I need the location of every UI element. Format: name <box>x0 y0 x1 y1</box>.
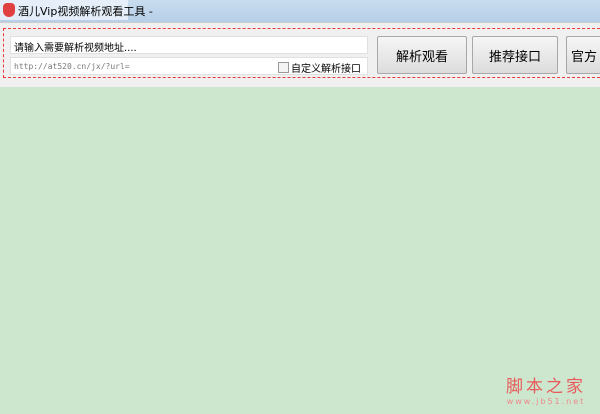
title-bar: 酒儿Vip视频解析观看工具 - <box>0 0 600 22</box>
official-button[interactable]: 官方 <box>566 36 600 74</box>
recommend-api-button[interactable]: 推荐接口 <box>472 36 558 74</box>
watermark: 脚本之家 www.jb51.net <box>506 372 586 406</box>
checkbox-box[interactable] <box>278 62 289 73</box>
custom-api-label: 自定义解析接口 <box>291 64 361 75</box>
app-icon <box>3 3 15 17</box>
custom-api-checkbox[interactable]: 自定义解析接口 <box>278 60 361 75</box>
parse-watch-button[interactable]: 解析观看 <box>377 36 467 74</box>
watermark-url: www.jb51.net <box>506 397 586 406</box>
toolbar-panel: 请输入需要解析视频地址.... http://at520.cn/jx/?url=… <box>0 22 600 87</box>
window-title: 酒儿Vip视频解析观看工具 - <box>18 5 153 18</box>
watermark-name: 脚本之家 <box>506 377 586 397</box>
video-url-input[interactable]: 请输入需要解析视频地址.... <box>10 36 368 54</box>
